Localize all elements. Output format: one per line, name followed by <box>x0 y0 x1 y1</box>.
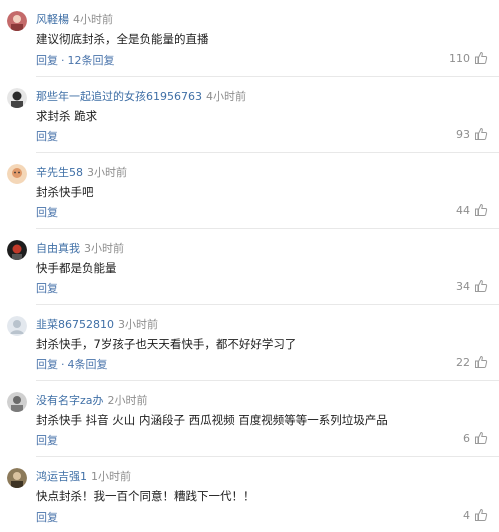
username[interactable]: 那些年一起追过的女孩61956763 <box>36 90 202 103</box>
comment-text: 快手都是负能量 <box>36 261 117 275</box>
comment-header: 那些年一起追过的女孩61956763 4小时前 <box>36 88 246 104</box>
timestamp: 4小时前 <box>73 13 113 26</box>
comment-text: 封杀快手吧 <box>36 185 94 199</box>
avatar[interactable] <box>7 164 27 184</box>
divider <box>36 152 499 153</box>
timestamp: 3小时前 <box>118 318 158 331</box>
avatar[interactable] <box>7 468 27 488</box>
like-button[interactable]: 93 <box>456 127 488 141</box>
reply-button[interactable]: 回复 <box>36 130 58 143</box>
divider <box>36 304 499 305</box>
like-count: 44 <box>456 203 470 217</box>
like-count: 22 <box>456 355 470 369</box>
reply-row: 回复 <box>36 432 58 448</box>
comment-text: 封杀快手 抖音 火山 内涵段子 西瓜视频 百度视频等等一系列垃圾产品 <box>36 413 388 427</box>
like-count: 110 <box>449 51 470 65</box>
username[interactable]: 风軽楊 <box>36 13 69 26</box>
reply-row: 回复 <box>36 509 58 525</box>
divider <box>36 76 499 77</box>
username[interactable]: 没有名字za办 <box>36 394 104 407</box>
like-button[interactable]: 6 <box>463 431 488 445</box>
separator: · <box>61 358 65 371</box>
like-count: 4 <box>463 508 470 522</box>
username[interactable]: 辛先生58 <box>36 166 83 179</box>
reply-button[interactable]: 回复 <box>36 282 58 295</box>
thumbs-up-icon <box>475 203 488 216</box>
reply-button[interactable]: 回复 <box>36 434 58 447</box>
like-button[interactable]: 22 <box>456 355 488 369</box>
reply-button[interactable]: 回复 <box>36 511 58 524</box>
avatar[interactable] <box>7 11 27 31</box>
comment-header: 风軽楊 4小时前 <box>36 11 113 27</box>
reply-row: 回复 <box>36 280 58 296</box>
timestamp: 3小时前 <box>84 242 124 255</box>
thumbs-up-icon <box>475 279 488 292</box>
username[interactable]: 自由真我 <box>36 242 80 255</box>
comment-header: 没有名字za办 2小时前 <box>36 392 148 408</box>
thumbs-up-icon <box>475 355 488 368</box>
like-count: 6 <box>463 431 470 445</box>
reply-button[interactable]: 回复 <box>36 358 58 371</box>
comment-header: 鸿运吉强1 1小时前 <box>36 468 131 484</box>
username[interactable]: 韭菜86752810 <box>36 318 114 331</box>
avatar[interactable] <box>7 240 27 260</box>
like-count: 34 <box>456 279 470 293</box>
timestamp: 1小时前 <box>91 470 131 483</box>
view-replies-link[interactable]: 12条回复 <box>68 54 115 67</box>
separator: · <box>61 54 65 67</box>
reply-row: 回复 <box>36 204 58 220</box>
divider <box>36 380 499 381</box>
like-button[interactable]: 44 <box>456 203 488 217</box>
timestamp: 2小时前 <box>107 394 148 407</box>
reply-button[interactable]: 回复 <box>36 206 58 219</box>
like-button[interactable]: 34 <box>456 279 488 293</box>
like-button[interactable]: 4 <box>463 508 488 522</box>
avatar[interactable] <box>7 392 27 412</box>
username[interactable]: 鸿运吉强1 <box>36 470 87 483</box>
reply-button[interactable]: 回复 <box>36 54 58 67</box>
thumbs-up-icon <box>475 51 488 64</box>
avatar[interactable] <box>7 88 27 108</box>
comment-header: 自由真我 3小时前 <box>36 240 124 256</box>
comment-header: 韭菜86752810 3小时前 <box>36 316 158 332</box>
view-replies-link[interactable]: 4条回复 <box>68 358 108 371</box>
comment-text: 建议彻底封杀，全是负能量的直播 <box>36 32 209 46</box>
like-count: 93 <box>456 127 470 141</box>
divider <box>36 456 499 457</box>
timestamp: 3小时前 <box>87 166 127 179</box>
comment-text: 求封杀 跪求 <box>36 109 98 123</box>
reply-row: 回复 · 4条回复 <box>36 356 108 372</box>
timestamp: 4小时前 <box>206 90 246 103</box>
comment-text: 封杀快手，7岁孩子也天天看快手，都不好好学习了 <box>36 337 297 351</box>
thumbs-up-icon <box>475 508 488 521</box>
divider <box>36 228 499 229</box>
thumbs-up-icon <box>475 431 488 444</box>
avatar[interactable] <box>7 316 27 336</box>
reply-row: 回复 <box>36 128 58 144</box>
comment-header: 辛先生58 3小时前 <box>36 164 127 180</box>
reply-row: 回复 · 12条回复 <box>36 52 115 68</box>
thumbs-up-icon <box>475 127 488 140</box>
comment-text: 快点封杀！我一百个同意！糟践下一代！！ <box>36 489 255 503</box>
like-button[interactable]: 110 <box>449 51 488 65</box>
